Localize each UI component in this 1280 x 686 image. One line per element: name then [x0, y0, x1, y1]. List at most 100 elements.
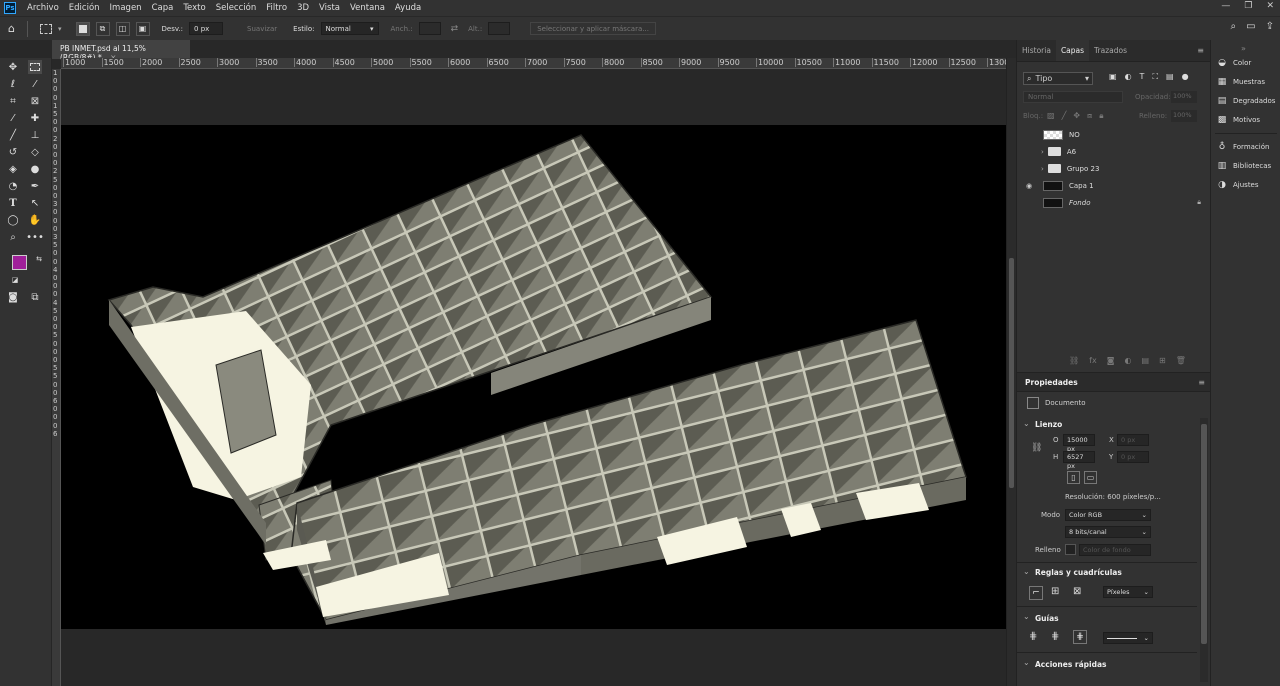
lasso-tool-icon[interactable]: ℓ	[6, 77, 20, 91]
path-selection-tool-icon[interactable]: ↖	[28, 196, 42, 210]
canvas-height-input[interactable]: 6527 px	[1063, 451, 1095, 470]
intersect-selection-icon[interactable]: ▣	[135, 21, 150, 36]
menu-imagen[interactable]: Imagen	[105, 3, 147, 13]
home-icon[interactable]: ⌂	[8, 22, 15, 35]
scroll-thumb[interactable]	[1009, 258, 1014, 488]
zoom-tool-icon[interactable]: ⌕	[6, 230, 20, 244]
trash-icon[interactable]: 🗑︎	[1176, 356, 1186, 365]
link-icon[interactable]: ⛓	[1069, 356, 1079, 365]
chevron-down-icon[interactable]: ⌄	[1023, 567, 1030, 576]
restore-button[interactable]: ❐	[1244, 1, 1252, 11]
scroll-thumb[interactable]	[1201, 424, 1207, 644]
new-selection-icon[interactable]	[75, 21, 90, 36]
search-icon[interactable]: ⌕	[1231, 21, 1237, 32]
history-brush-tool-icon[interactable]: ↺	[6, 145, 20, 159]
eyedropper-tool-icon[interactable]: ⁄	[6, 111, 20, 125]
brush-tool-icon[interactable]: ╱	[6, 128, 20, 142]
select-and-mask-button[interactable]: Seleccionar y aplicar máscara...	[530, 22, 656, 35]
opacity-input[interactable]: 100%	[1171, 91, 1197, 103]
new-layer-icon[interactable]: ⊞	[1159, 356, 1166, 365]
menu-texto[interactable]: Texto	[178, 3, 210, 13]
layer-filter-select[interactable]: ⌕ Tipo ▾	[1023, 72, 1093, 85]
grid-toggle-icon[interactable]: ⊞	[1051, 586, 1059, 597]
frame-tool-icon[interactable]: ⊠	[28, 94, 42, 108]
color-panel-button[interactable]: ◒ Color	[1217, 58, 1251, 68]
healing-brush-tool-icon[interactable]: ✚	[28, 111, 42, 125]
menu-archivo[interactable]: Archivo	[22, 3, 64, 13]
menu-3d[interactable]: 3D	[292, 3, 314, 13]
share-icon[interactable]: ⇪	[1266, 21, 1274, 32]
chevron-right-icon[interactable]: ›	[1041, 148, 1044, 156]
close-window-button[interactable]: ✕	[1266, 1, 1274, 11]
style-select[interactable]: Normal ▾	[320, 22, 379, 35]
lock-position-icon[interactable]: ✥	[1073, 111, 1080, 121]
fill-input[interactable]: 100%	[1171, 110, 1197, 122]
eye-icon[interactable]: ◉	[1023, 182, 1035, 190]
magic-wand-tool-icon[interactable]: ⁄	[28, 77, 42, 91]
portrait-icon[interactable]: ▯	[1067, 471, 1080, 484]
units-select[interactable]: Píxeles ⌄	[1103, 586, 1153, 598]
screen-mode-icon[interactable]: ⧉	[28, 290, 42, 304]
adjustment-icon[interactable]: ◐	[1124, 356, 1131, 365]
lock-paint-icon[interactable]: ╱	[1062, 111, 1067, 121]
canvas-width-input[interactable]: 15000 px	[1063, 434, 1095, 453]
more-tools-icon[interactable]: •••	[26, 230, 44, 244]
learn-panel-button[interactable]: ♁ Formación	[1217, 142, 1270, 152]
layer-row-grupo23[interactable]: › Grupo 23	[1023, 160, 1201, 177]
fx-icon[interactable]: fx	[1089, 356, 1097, 365]
y-input[interactable]: 0 px	[1117, 451, 1149, 463]
layer-row-a6[interactable]: › A6	[1023, 143, 1201, 160]
canvas-area[interactable]	[61, 69, 1006, 686]
document-canvas[interactable]	[61, 125, 1006, 629]
tab-capas[interactable]: Capas	[1055, 40, 1090, 61]
quick-mask-icon[interactable]: ◙	[6, 290, 20, 304]
width-input[interactable]	[418, 22, 441, 35]
guide-style-select[interactable]: ⌄	[1103, 632, 1153, 644]
menu-ventana[interactable]: Ventana	[345, 3, 390, 13]
crop-tool-icon[interactable]: ⌗	[6, 94, 20, 108]
vertical-scrollbar[interactable]	[1006, 58, 1016, 686]
chevron-down-icon[interactable]: ⌄	[1023, 658, 1030, 667]
fill-select[interactable]: Color de fondo	[1079, 544, 1151, 556]
menu-edicion[interactable]: Edición	[64, 3, 105, 13]
menu-seleccion[interactable]: Selección	[211, 3, 262, 13]
layer-row-fondo[interactable]: Fondo 🔒︎	[1023, 194, 1201, 211]
chevron-down-icon[interactable]: ⌄	[1023, 419, 1030, 428]
layer-row-no[interactable]: NO	[1023, 126, 1201, 143]
move-tool-icon[interactable]: ✥	[6, 60, 20, 74]
tab-trazados[interactable]: Trazados	[1089, 40, 1132, 61]
hand-tool-icon[interactable]: ✋	[28, 213, 42, 227]
eraser-tool-icon[interactable]: ◇	[28, 145, 42, 159]
adjustments-panel-button[interactable]: ◑ Ajustes	[1217, 180, 1258, 190]
menu-capa[interactable]: Capa	[147, 3, 179, 13]
blend-mode-select[interactable]: Normal	[1023, 91, 1123, 103]
chevron-down-icon[interactable]: ⌄	[1023, 612, 1030, 621]
bit-depth-select[interactable]: 8 bits/canal ⌄	[1065, 526, 1151, 538]
guides-toggle-icon[interactable]: ⊠	[1073, 586, 1081, 597]
workspace-icon[interactable]: ▭	[1246, 21, 1255, 32]
menu-filtro[interactable]: Filtro	[261, 3, 292, 13]
foreground-color-swatch[interactable]	[12, 255, 27, 270]
panel-menu-icon[interactable]: ≡	[1198, 378, 1205, 387]
libraries-panel-button[interactable]: ▥ Bibliotecas	[1217, 161, 1271, 171]
link-proportions-icon[interactable]: ⛓	[1031, 443, 1042, 453]
x-input[interactable]: 0 px	[1117, 434, 1149, 446]
swap-icon[interactable]: ⇄	[451, 24, 459, 34]
filter-toggle-icon[interactable]: ●	[1182, 72, 1189, 82]
guide-color-icon[interactable]: ⋕	[1073, 630, 1087, 644]
properties-scrollbar[interactable]	[1200, 418, 1208, 682]
menu-ayuda[interactable]: Ayuda	[390, 3, 426, 13]
group-icon[interactable]: ▤	[1141, 356, 1149, 365]
swap-colors-icon[interactable]: ⇆	[32, 252, 46, 266]
paint-bucket-tool-icon[interactable]: ◈	[6, 162, 20, 176]
type-tool-icon[interactable]: T	[6, 196, 20, 210]
lock-artboard-icon[interactable]: ⧈	[1087, 111, 1092, 121]
tab-historia[interactable]: Historia	[1017, 40, 1056, 61]
adjust-filter-icon[interactable]: ◐	[1125, 72, 1132, 82]
subtract-selection-icon[interactable]: ◫	[115, 21, 130, 36]
marquee-tool-preset-icon[interactable]	[39, 23, 52, 34]
rect-marquee-tool-icon[interactable]	[28, 60, 42, 74]
lock-all-icon[interactable]: 🔒︎	[1099, 111, 1103, 121]
patterns-panel-button[interactable]: ▩ Motivos	[1217, 115, 1260, 125]
document-tab[interactable]: PB INMET.psd al 11,5% (RGB/8#) * ×	[52, 40, 190, 62]
